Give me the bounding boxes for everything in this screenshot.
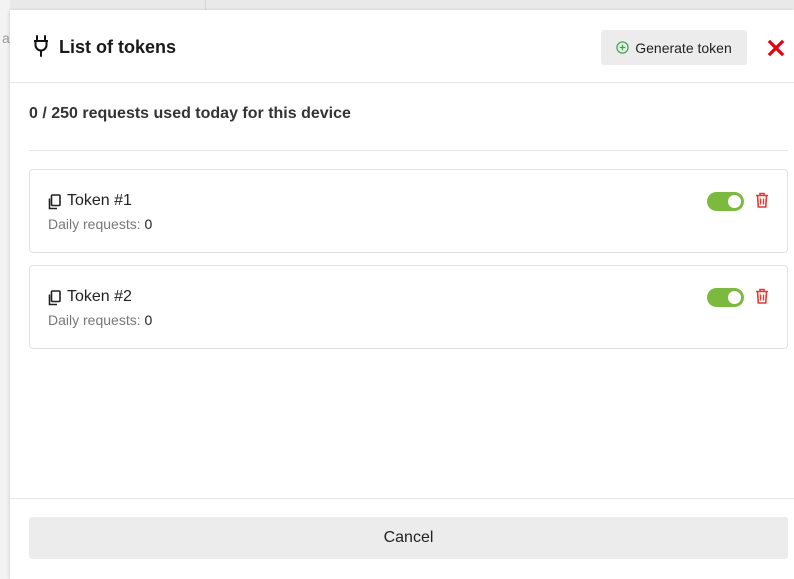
token-card: Token #2 Daily requests: 0 [29, 265, 788, 349]
daily-requests-label: Daily requests: [48, 216, 141, 232]
tokens-dialog: List of tokens Generate token 0 / 250 re… [10, 10, 794, 579]
generate-token-button[interactable]: Generate token [601, 30, 747, 65]
token-card: Token #1 Daily requests: 0 [29, 169, 788, 253]
trash-icon[interactable] [755, 288, 769, 304]
token-name: Token #2 [67, 288, 132, 305]
cancel-button[interactable]: Cancel [29, 517, 788, 559]
daily-requests: Daily requests: 0 [48, 216, 152, 232]
token-enabled-toggle[interactable] [707, 192, 744, 211]
daily-requests-label: Daily requests: [48, 312, 141, 328]
generate-token-label: Generate token [635, 39, 732, 56]
plus-circle-icon [616, 41, 629, 54]
token-enabled-toggle[interactable] [707, 288, 744, 307]
token-name: Token #1 [67, 192, 132, 209]
copy-icon[interactable] [47, 290, 61, 306]
copy-icon[interactable] [47, 194, 61, 210]
section-divider [29, 150, 788, 151]
backdrop-top [10, 0, 794, 10]
usage-summary: 0 / 250 requests used today for this dev… [29, 105, 351, 122]
daily-requests-value: 0 [144, 216, 153, 232]
trash-icon[interactable] [755, 192, 769, 208]
toggle-knob [728, 195, 741, 208]
footer-divider [10, 498, 794, 499]
toggle-knob [728, 291, 741, 304]
close-icon[interactable] [767, 39, 785, 57]
dialog-header: List of tokens Generate token [10, 10, 794, 83]
daily-requests: Daily requests: 0 [48, 312, 152, 328]
plug-icon [34, 35, 48, 57]
backdrop-divider [205, 0, 206, 10]
daily-requests-value: 0 [144, 312, 153, 328]
dialog-title: List of tokens [59, 37, 177, 57]
backdrop-fragment: a [2, 30, 10, 46]
backdrop-edge: a [0, 0, 10, 579]
